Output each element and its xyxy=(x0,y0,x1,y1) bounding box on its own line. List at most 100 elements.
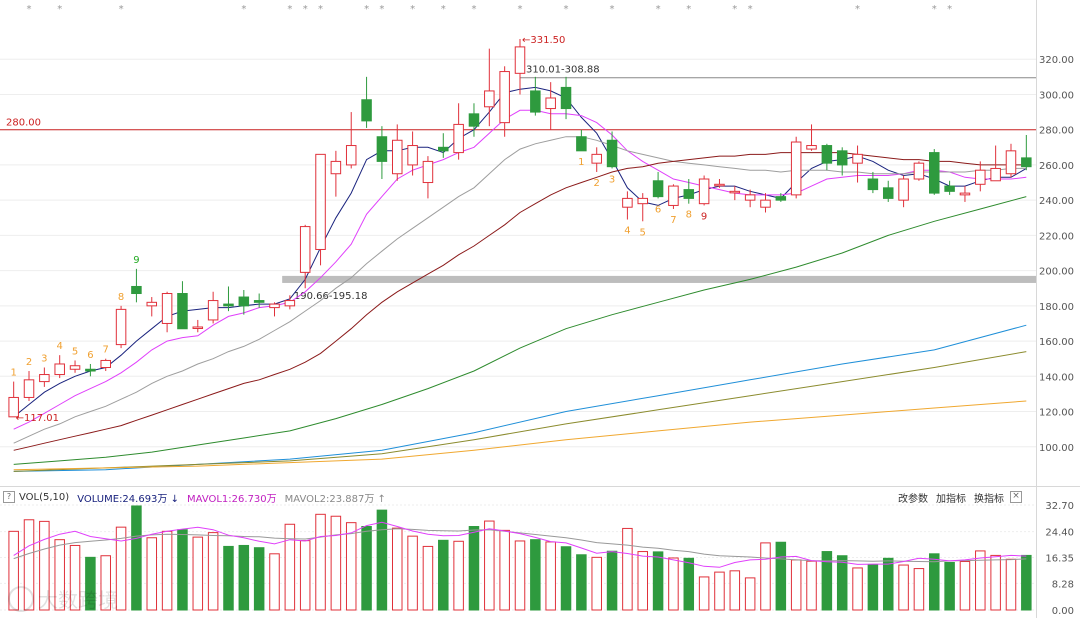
candle-body xyxy=(959,192,971,196)
volume-bar xyxy=(1005,558,1017,611)
event-marker: * xyxy=(119,4,124,15)
candle-body xyxy=(698,178,710,205)
candle-body xyxy=(69,365,81,370)
volume-bar xyxy=(253,547,265,611)
swap-indicator-button[interactable]: 换指标 xyxy=(974,490,1004,505)
candle-body xyxy=(760,199,771,208)
td-label: 8 xyxy=(686,210,692,221)
volume-bar xyxy=(591,556,602,611)
volume-bar xyxy=(944,561,955,611)
volume-bar xyxy=(223,545,234,611)
event-marker: * xyxy=(27,4,32,15)
price-tick-label: 240.00 xyxy=(1039,196,1074,207)
event-marker: * xyxy=(686,4,691,15)
volume-bar xyxy=(852,567,863,611)
volume-bar xyxy=(775,541,787,611)
volume-bar xyxy=(560,546,572,611)
candle-body xyxy=(100,359,111,369)
candle-body xyxy=(54,363,65,376)
watermark: 大数跨境 xyxy=(8,584,118,613)
candle-body xyxy=(422,160,434,184)
candle-body xyxy=(530,90,541,113)
candle-body xyxy=(407,145,418,166)
volume-bar xyxy=(1021,554,1032,611)
candle-body xyxy=(744,194,756,201)
volume-bar xyxy=(499,529,510,611)
candle-body xyxy=(438,146,449,152)
volume-bar xyxy=(315,513,326,611)
candle-body xyxy=(729,190,741,194)
volume-bar xyxy=(345,522,357,611)
ma-line xyxy=(13,86,1027,418)
volume-bar xyxy=(545,541,556,611)
volume-bar xyxy=(714,571,725,611)
volume-bar xyxy=(836,555,848,611)
candle-body xyxy=(852,153,863,164)
candle-body xyxy=(714,183,725,187)
add-indicator-button[interactable]: 加指标 xyxy=(936,490,966,505)
candle-body xyxy=(591,153,602,164)
candle-body xyxy=(606,139,618,168)
candle-body xyxy=(391,139,403,175)
candle-body xyxy=(499,71,510,124)
candles xyxy=(8,38,1032,418)
candle-body xyxy=(161,293,173,324)
candle-body xyxy=(821,145,833,164)
mavol2-value: MAVOL2:23.887万 ↑ xyxy=(284,493,386,505)
candle-body xyxy=(898,178,909,201)
price-tick-label: 280.00 xyxy=(1039,126,1074,137)
volume-bar xyxy=(821,551,833,611)
volume-bar xyxy=(438,539,449,611)
volume-bar xyxy=(652,551,664,611)
candle-body xyxy=(453,123,464,154)
event-marker: * xyxy=(303,4,308,15)
candle-body xyxy=(269,303,280,309)
candle-body xyxy=(836,150,848,166)
close-icon[interactable]: × xyxy=(1010,491,1022,503)
candle-body xyxy=(683,189,695,199)
high-marker-label: ←331.50 xyxy=(522,35,565,46)
arrow-down-icon: ↓ xyxy=(170,493,179,505)
td-label: 5 xyxy=(640,227,646,238)
volume-bar xyxy=(177,529,188,611)
change-params-button[interactable]: 改参数 xyxy=(898,490,928,505)
help-icon[interactable]: ? xyxy=(3,491,15,503)
candle-body xyxy=(330,160,342,175)
td-label: 1 xyxy=(10,368,16,379)
volume-bar xyxy=(606,550,618,611)
volume-tick-label: 16.35 xyxy=(1045,554,1074,565)
vol-title: VOL(5,10) xyxy=(19,491,70,503)
volume-bar xyxy=(668,557,679,611)
candle-body xyxy=(23,379,35,398)
td-label: 8 xyxy=(118,292,124,303)
volume-bar xyxy=(637,551,649,611)
ma-line xyxy=(13,196,1027,465)
td-label: 2 xyxy=(26,357,32,368)
candle-body xyxy=(207,300,219,321)
volume-bar xyxy=(299,540,311,611)
td-label: 9 xyxy=(701,211,707,222)
chart-stage: 100.00 120.00 140.00 160.00 180.00 200.00 220.… xyxy=(0,0,1080,618)
volume-tick-label: 32.70 xyxy=(1045,501,1074,512)
candle-body xyxy=(867,178,879,191)
volume-bar xyxy=(729,570,741,611)
resistance-line-label: 310.01-308.88 xyxy=(526,65,600,76)
volume-bar xyxy=(990,554,1001,611)
td-label: 6 xyxy=(87,350,93,361)
price-tick-label: 160.00 xyxy=(1039,337,1074,348)
volume-bar xyxy=(790,559,802,611)
price-tick-label: 180.00 xyxy=(1039,302,1074,313)
volume-bar xyxy=(238,544,250,611)
candle-body xyxy=(944,185,955,192)
candle-body xyxy=(299,226,311,273)
volume-bar xyxy=(484,520,495,611)
volume-bar xyxy=(622,527,633,611)
candle-body xyxy=(131,285,142,295)
volume-bar xyxy=(376,509,388,611)
event-marker: * xyxy=(748,4,753,15)
event-marker: * xyxy=(564,4,569,15)
volume-bar xyxy=(284,523,296,611)
volume-bar xyxy=(959,561,971,611)
candle-body xyxy=(361,99,372,122)
candle-body xyxy=(376,136,388,162)
